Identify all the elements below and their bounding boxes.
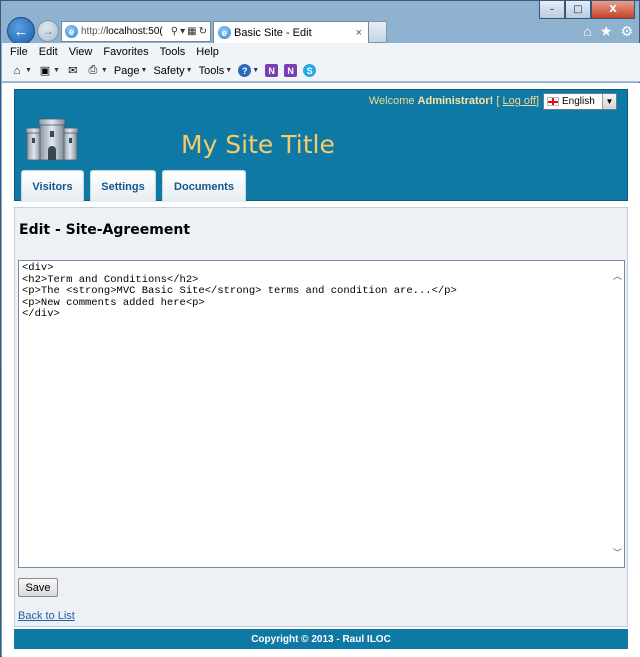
username: Administrator! xyxy=(417,95,494,107)
help-icon: ? xyxy=(238,64,252,77)
tab-close-icon[interactable]: × xyxy=(356,27,362,39)
back-to-list-link[interactable]: Back to List xyxy=(18,610,75,622)
rss-feed-icon: ▣ xyxy=(39,65,51,77)
language-select[interactable]: English ▼ xyxy=(543,93,617,110)
back-arrow-icon[interactable]: ← xyxy=(7,17,35,45)
safety-menu-button[interactable]: Safety ▼ xyxy=(153,65,192,77)
safety-menu-label: Safety xyxy=(153,64,185,77)
tab-favicon-icon: e xyxy=(218,26,231,39)
main-content: Edit - Site-Agreement <div> <h2>Term and… xyxy=(14,207,628,627)
save-button[interactable]: Save xyxy=(18,578,58,597)
feeds-button[interactable]: ▣ ▼ xyxy=(38,64,60,78)
mail-button[interactable]: ✉ xyxy=(66,64,80,78)
home-icon[interactable]: ⌂ xyxy=(583,23,591,40)
onenote-icon[interactable]: N xyxy=(265,64,279,77)
new-tab-button[interactable] xyxy=(369,21,387,43)
caret-icon: ▼ xyxy=(185,67,193,74)
compat-view-icon[interactable]: ▦ xyxy=(187,26,196,37)
caret-icon: ▼ xyxy=(252,67,260,74)
menu-favorites[interactable]: Favorites xyxy=(103,46,148,58)
home-page-icon: ⌂ xyxy=(13,64,21,77)
scroll-up-icon[interactable]: ︿ xyxy=(613,269,622,282)
favorites-star-icon[interactable]: ★ xyxy=(600,23,613,40)
menu-file[interactable]: File xyxy=(10,46,28,58)
caret-icon: ▼ xyxy=(140,67,148,74)
site-header: Welcome Administrator! [ Log off] Englis… xyxy=(14,89,628,202)
browser-window: – □ X ← → e http://localhost:50( ⚲ ▾ ▦ ↻… xyxy=(0,0,640,657)
mail-icon: ✉ xyxy=(68,65,78,77)
skype-icon[interactable]: S xyxy=(303,64,317,77)
page-title: Edit - Site-Agreement xyxy=(19,222,191,238)
printer-icon: ⎙ xyxy=(88,64,98,76)
page-menu-button[interactable]: Page ▼ xyxy=(114,65,148,77)
nav-tab-settings[interactable]: Settings xyxy=(90,170,156,202)
close-window-button[interactable]: X xyxy=(591,1,635,19)
ie-logo-icon: e xyxy=(65,25,78,38)
chevron-down-icon[interactable]: ▼ xyxy=(602,94,616,109)
title-bar: – □ X ← → e http://localhost:50( ⚲ ▾ ▦ ↻… xyxy=(1,1,639,45)
menu-bar: File Edit View Favorites Tools Help xyxy=(2,43,640,60)
menu-edit[interactable]: Edit xyxy=(39,46,58,58)
caret-icon: ▼ xyxy=(52,67,60,74)
gear-icon[interactable]: ⚙ xyxy=(620,23,633,40)
onenote-linked-icon[interactable]: N xyxy=(284,64,298,77)
welcome-message: Welcome Administrator! [ Log off] xyxy=(369,95,539,107)
logoff-link[interactable]: Log off xyxy=(502,95,535,107)
castle-logo-icon xyxy=(25,118,79,161)
help-button[interactable]: ? ▼ xyxy=(238,64,259,77)
english-flag-icon xyxy=(547,97,559,106)
address-url: http://localhost:50( xyxy=(81,26,163,37)
tools-menu-label: Tools xyxy=(198,64,225,77)
tab-basic-site-edit[interactable]: e Basic Site - Edit × xyxy=(213,21,369,43)
forward-arrow-icon[interactable]: → xyxy=(37,20,59,42)
welcome-prefix: Welcome xyxy=(368,95,418,107)
caret-icon: ▼ xyxy=(25,67,32,74)
dropdown-caret-icon[interactable]: ▾ xyxy=(180,26,185,37)
command-bar: ⌂ ▼ ▣ ▼ ✉ ⎙ ▼ Page ▼ Safety ▼ Tools ▼ ? ▼ N N S xyxy=(2,60,640,82)
print-button[interactable]: ⎙ ▼ xyxy=(86,64,108,78)
scroll-down-icon[interactable]: ﹀ xyxy=(613,546,622,559)
nav-tab-documents[interactable]: Documents xyxy=(162,170,246,202)
language-value: English xyxy=(562,96,595,107)
menu-view[interactable]: View xyxy=(69,46,93,58)
page-menu-label: Page xyxy=(113,64,140,77)
address-bar[interactable]: e http://localhost:50( ⚲ ▾ ▦ ↻ xyxy=(61,21,211,42)
refresh-icon[interactable]: ↻ xyxy=(199,26,207,37)
search-icon[interactable]: ⚲ xyxy=(171,26,178,37)
content-textarea[interactable]: <div> <h2>Term and Conditions</h2> <p>Th… xyxy=(18,260,625,568)
home-button[interactable]: ⌂ ▼ xyxy=(10,64,32,78)
nav-tab-visitors[interactable]: Visitors xyxy=(21,170,84,202)
site-title: My Site Title xyxy=(181,130,335,159)
tab-title: Basic Site - Edit xyxy=(234,26,312,39)
page-viewport: Welcome Administrator! [ Log off] Englis… xyxy=(2,83,640,657)
site-footer: Copyright © 2013 - Raul ILOC xyxy=(14,629,628,649)
menu-tools[interactable]: Tools xyxy=(160,46,186,58)
minimize-button[interactable]: – xyxy=(539,1,565,19)
textarea-scrollbar[interactable]: ︿ ﹀ xyxy=(611,261,625,565)
menu-help[interactable]: Help xyxy=(196,46,219,58)
caret-icon: ▼ xyxy=(100,67,108,74)
caret-icon: ▼ xyxy=(225,67,233,74)
window-controls: – □ X xyxy=(539,1,635,19)
site-nav: Visitors Settings Documents xyxy=(21,170,246,202)
browser-right-icons: ⌂ ★ ⚙ xyxy=(583,23,633,40)
tools-menu-button[interactable]: Tools ▼ xyxy=(199,65,233,77)
maximize-button[interactable]: □ xyxy=(565,1,591,19)
address-tools: ⚲ ▾ ▦ ↻ xyxy=(171,26,210,37)
logoff-bracket-close: ] xyxy=(535,95,539,107)
